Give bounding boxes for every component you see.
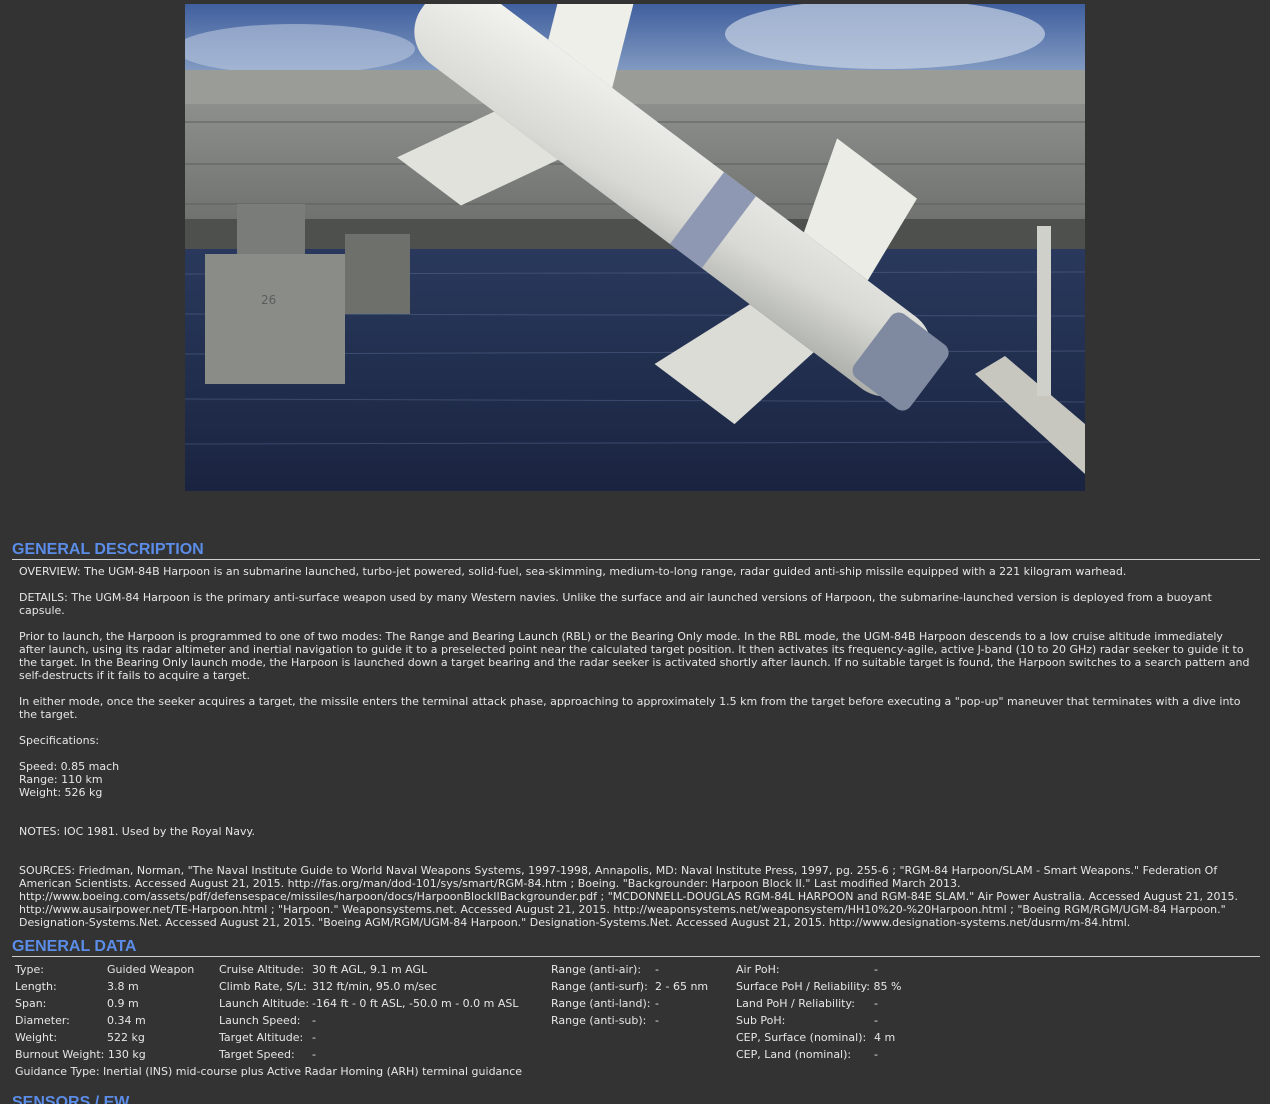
row-label: Climb Rate, S/L: — [219, 980, 307, 993]
attack-phase-text: In either mode, once the seeker acquires… — [19, 695, 1241, 721]
row-value: -164 ft - 0 ft ASL, -50.0 m - 0.0 m ASL — [312, 997, 519, 1010]
row-label: Launch Speed: — [219, 1014, 301, 1027]
row-label: Range (anti-sub): — [551, 1014, 647, 1027]
notes-text: NOTES: IOC 1981. Used by the Royal Navy. — [19, 825, 255, 838]
table-row: Target Speed: - — [219, 1046, 519, 1063]
general-data-col-3: Range (anti-air): - Range (anti-surf): 2 -… — [551, 961, 708, 1029]
table-row: Climb Rate, S/L: 312 ft/min, 95.0 m/sec — [219, 978, 519, 995]
row-label: Air PoH: — [736, 963, 780, 976]
row-label: Launch Altitude: — [219, 997, 310, 1010]
row-label: Range (anti-surf): — [551, 980, 648, 993]
row-label: CEP, Land (nominal): — [736, 1048, 852, 1061]
row-value: 30 ft AGL, 9.1 m AGL — [312, 963, 428, 976]
pier-column-2 — [345, 234, 410, 314]
row-value: - — [874, 997, 878, 1010]
sources-text: SOURCES: Friedman, Norman, "The Naval In… — [19, 864, 1239, 929]
row-value: - — [312, 1014, 316, 1027]
table-row: Air PoH: - — [736, 961, 901, 978]
row-value: 312 ft/min, 95.0 m/sec — [312, 980, 437, 993]
sensors-ew-title: SENSORS / EW — [12, 1094, 130, 1104]
row-value: 0.34 m — [107, 1014, 146, 1027]
specifications-label: Specifications: — [19, 734, 100, 747]
table-row: Launch Altitude: -164 ft - 0 ft ASL, -50.… — [219, 995, 519, 1012]
row-label: Weight: — [15, 1031, 58, 1044]
row-value: - — [874, 1014, 878, 1027]
row-value: - — [655, 997, 659, 1010]
row-value: 3.8 m — [107, 980, 139, 993]
row-label: Length: — [15, 980, 57, 993]
general-data-col-2: Cruise Altitude: 30 ft AGL, 9.1 m AGL Cli… — [219, 961, 519, 1063]
row-value: - — [874, 963, 878, 976]
table-row: Range (anti-sub): - — [551, 1012, 708, 1029]
row-label: Burnout Weight: — [15, 1048, 105, 1061]
table-row: Range (anti-surf): 2 - 65 nm — [551, 978, 708, 995]
pier-marking: 26 — [261, 293, 276, 307]
row-label: Cruise Altitude: — [219, 963, 304, 976]
table-row: Cruise Altitude: 30 ft AGL, 9.1 m AGL — [219, 961, 519, 978]
bridge-underside — [185, 219, 1085, 249]
row-label: Sub PoH: — [736, 1014, 786, 1027]
page: 26 GENERAL DESCRIPTION OVERVIEW: The UGM… — [0, 0, 1270, 1104]
row-value: 130 kg — [107, 1048, 146, 1061]
row-label: Diameter: — [15, 1014, 70, 1027]
general-data-title: GENERAL DATA — [12, 938, 1260, 957]
overview-text: OVERVIEW: The UGM-84B Harpoon is an subm… — [19, 565, 1127, 578]
table-row: Land PoH / Reliability: - — [736, 995, 901, 1012]
row-value: - — [312, 1048, 316, 1061]
row-label: Target Speed: — [219, 1048, 295, 1061]
row-label: Range (anti-land): — [551, 997, 651, 1010]
row-value: 522 kg — [107, 1031, 145, 1044]
table-row: Sub PoH: - — [736, 1012, 901, 1029]
table-row: CEP, Surface (nominal): 4 m — [736, 1029, 901, 1046]
row-value: - — [655, 1014, 659, 1027]
general-description-title: GENERAL DESCRIPTION — [12, 541, 1260, 560]
missile-photo-drawing: 26 — [185, 4, 1085, 491]
row-label: Type: — [15, 963, 44, 976]
details-text: DETAILS: The UGM-84 Harpoon is the prima… — [19, 591, 1212, 617]
row-value: - — [874, 1048, 878, 1061]
row-value: 0.9 m — [107, 997, 139, 1010]
launcher-post — [1037, 226, 1051, 396]
row-label: Range (anti-air): — [551, 963, 642, 976]
cloud — [185, 24, 415, 74]
row-label: Span: — [15, 997, 47, 1010]
row-label: Land PoH / Reliability: — [736, 997, 855, 1010]
row-label: CEP, Surface (nominal): — [736, 1031, 867, 1044]
row-value: Guided Weapon — [107, 963, 195, 976]
table-row: Range (anti-land): - — [551, 995, 708, 1012]
general-data-col-4: Air PoH: - Surface PoH / Reliability: 85 … — [736, 961, 901, 1063]
row-label: Target Altitude: — [219, 1031, 304, 1044]
missile-photo: 26 — [185, 4, 1085, 491]
specifications-list: Speed: 0.85 mach Range: 110 km Weight: 5… — [19, 760, 120, 799]
row-value: - — [312, 1031, 316, 1044]
row-label: Guidance Type: — [15, 1065, 100, 1078]
bridge-railing — [185, 70, 1085, 104]
table-row: Range (anti-air): - — [551, 961, 708, 978]
general-description-body: OVERVIEW: The UGM-84B Harpoon is an subm… — [19, 565, 1251, 942]
row-value: Inertial (INS) mid-course plus Active Ra… — [103, 1065, 523, 1078]
table-row: CEP, Land (nominal): - — [736, 1046, 901, 1063]
launch-modes-text: Prior to launch, the Harpoon is programm… — [19, 630, 1250, 682]
pier-block — [205, 254, 345, 384]
row-value: 4 m — [874, 1031, 896, 1044]
row-value: - — [655, 963, 659, 976]
row-label: Surface PoH / Reliability: — [736, 980, 870, 993]
row-value: 2 - 65 nm — [655, 980, 709, 993]
table-row: Target Altitude: - — [219, 1029, 519, 1046]
table-row: Launch Speed: - — [219, 1012, 519, 1029]
guidance-row: Guidance Type: Inertial (INS) mid-course… — [15, 1063, 522, 1080]
row-value: 85 % — [873, 980, 902, 993]
table-row: Surface PoH / Reliability: 85 % — [736, 978, 901, 995]
